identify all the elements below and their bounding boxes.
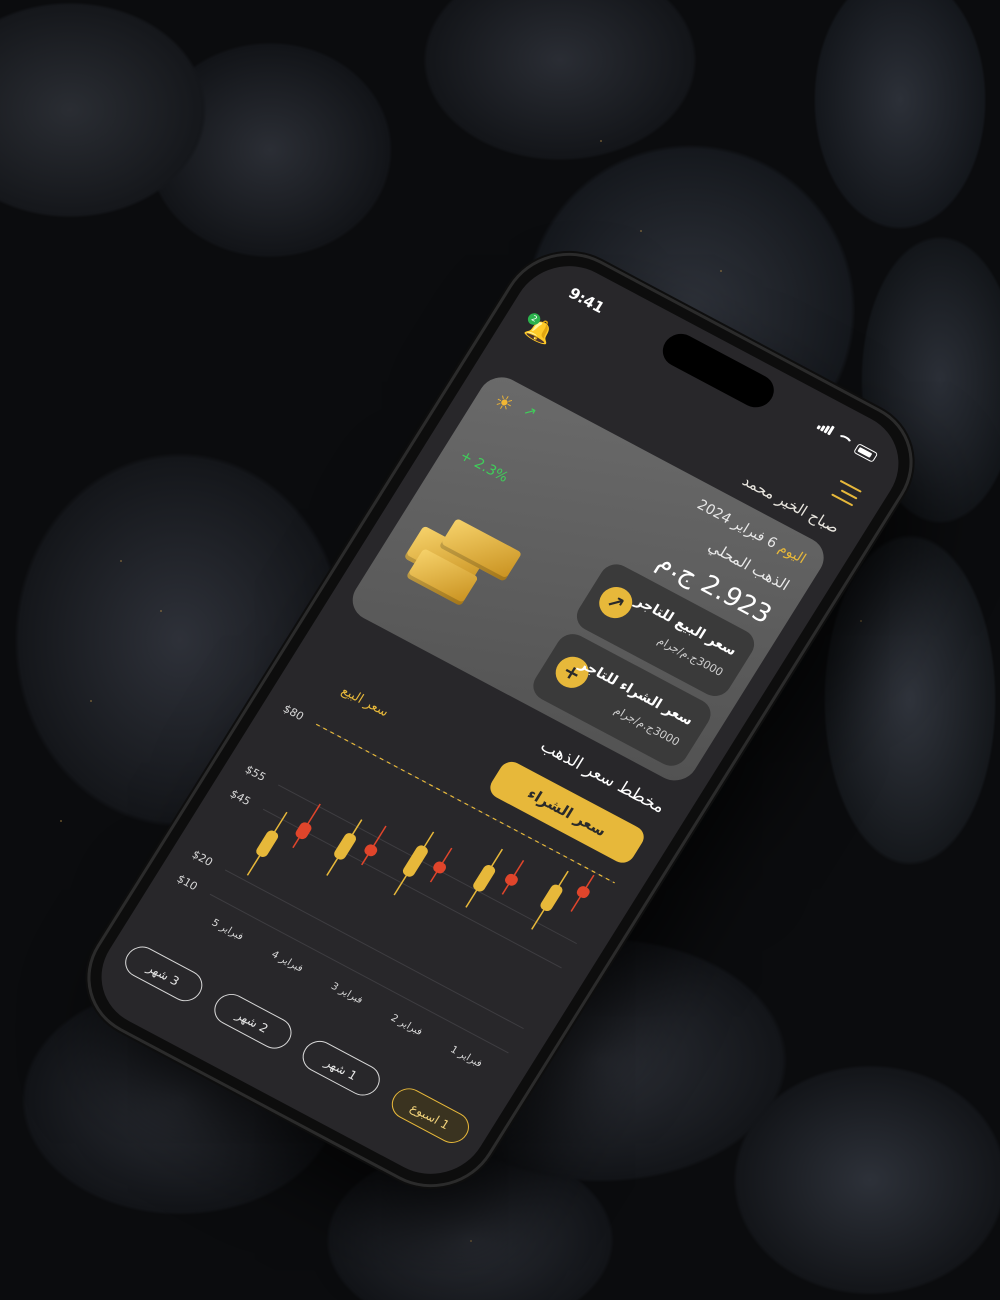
date-text: 6 فبراير 2024 — [693, 496, 780, 552]
x-tick-label: 3 فبراير — [329, 981, 365, 1006]
candle-body — [473, 865, 496, 892]
sell-price-legend[interactable]: سعر البيع — [338, 684, 391, 721]
candle-body — [505, 873, 518, 886]
range-button[interactable]: 1 اسبوع — [385, 1082, 476, 1149]
x-tick-label: 4 فبراير — [269, 949, 305, 974]
range-button[interactable]: 2 شهر — [207, 988, 298, 1054]
range-button[interactable]: 3 شهر — [119, 941, 209, 1007]
candle-body — [540, 884, 563, 912]
candle-body — [433, 861, 447, 874]
wifi-icon — [833, 432, 854, 450]
notification-bell-icon[interactable]: 🔔 2 — [521, 311, 559, 349]
gold-bars-image — [383, 478, 547, 628]
system-icons — [814, 416, 882, 463]
x-tick-label: 2 فبراير — [389, 1013, 425, 1038]
x-tick-label: 1 فبراير — [448, 1044, 484, 1069]
y-tick-label: $10 — [174, 872, 199, 893]
phone-device: 9:41 🔔 2 صباح الخير محمد اليوم 6 فبراير … — [66, 234, 934, 1206]
price-change: + 2.3% — [456, 447, 512, 486]
y-tick-label: $55 — [243, 763, 268, 784]
status-time: 9:41 — [565, 284, 608, 317]
candle-body — [256, 830, 279, 857]
candle-body — [364, 844, 378, 857]
y-tick-label: $80 — [281, 702, 306, 723]
app-screen: 9:41 🔔 2 صباح الخير محمد اليوم 6 فبراير … — [80, 247, 920, 1193]
arrow-up-right-icon: ↗ — [593, 581, 639, 624]
y-tick-label: $45 — [228, 787, 253, 808]
candle-body — [402, 845, 428, 877]
grid-line — [224, 869, 524, 1030]
candle-body — [334, 833, 357, 860]
candle-body — [576, 886, 590, 899]
x-tick-label: 5 فبراير — [209, 917, 245, 942]
today-label: اليوم — [775, 540, 809, 568]
range-button[interactable]: 1 شهر — [296, 1035, 387, 1102]
battery-icon — [853, 443, 879, 463]
candle-body — [295, 822, 312, 840]
y-tick-label: $20 — [190, 848, 215, 869]
trend-up-icon: ↗ — [520, 402, 540, 422]
signal-icon — [814, 416, 838, 439]
menu-icon[interactable] — [830, 479, 862, 508]
sun-icon: ☀ — [489, 388, 519, 418]
notification-badge: 2 — [525, 311, 543, 327]
